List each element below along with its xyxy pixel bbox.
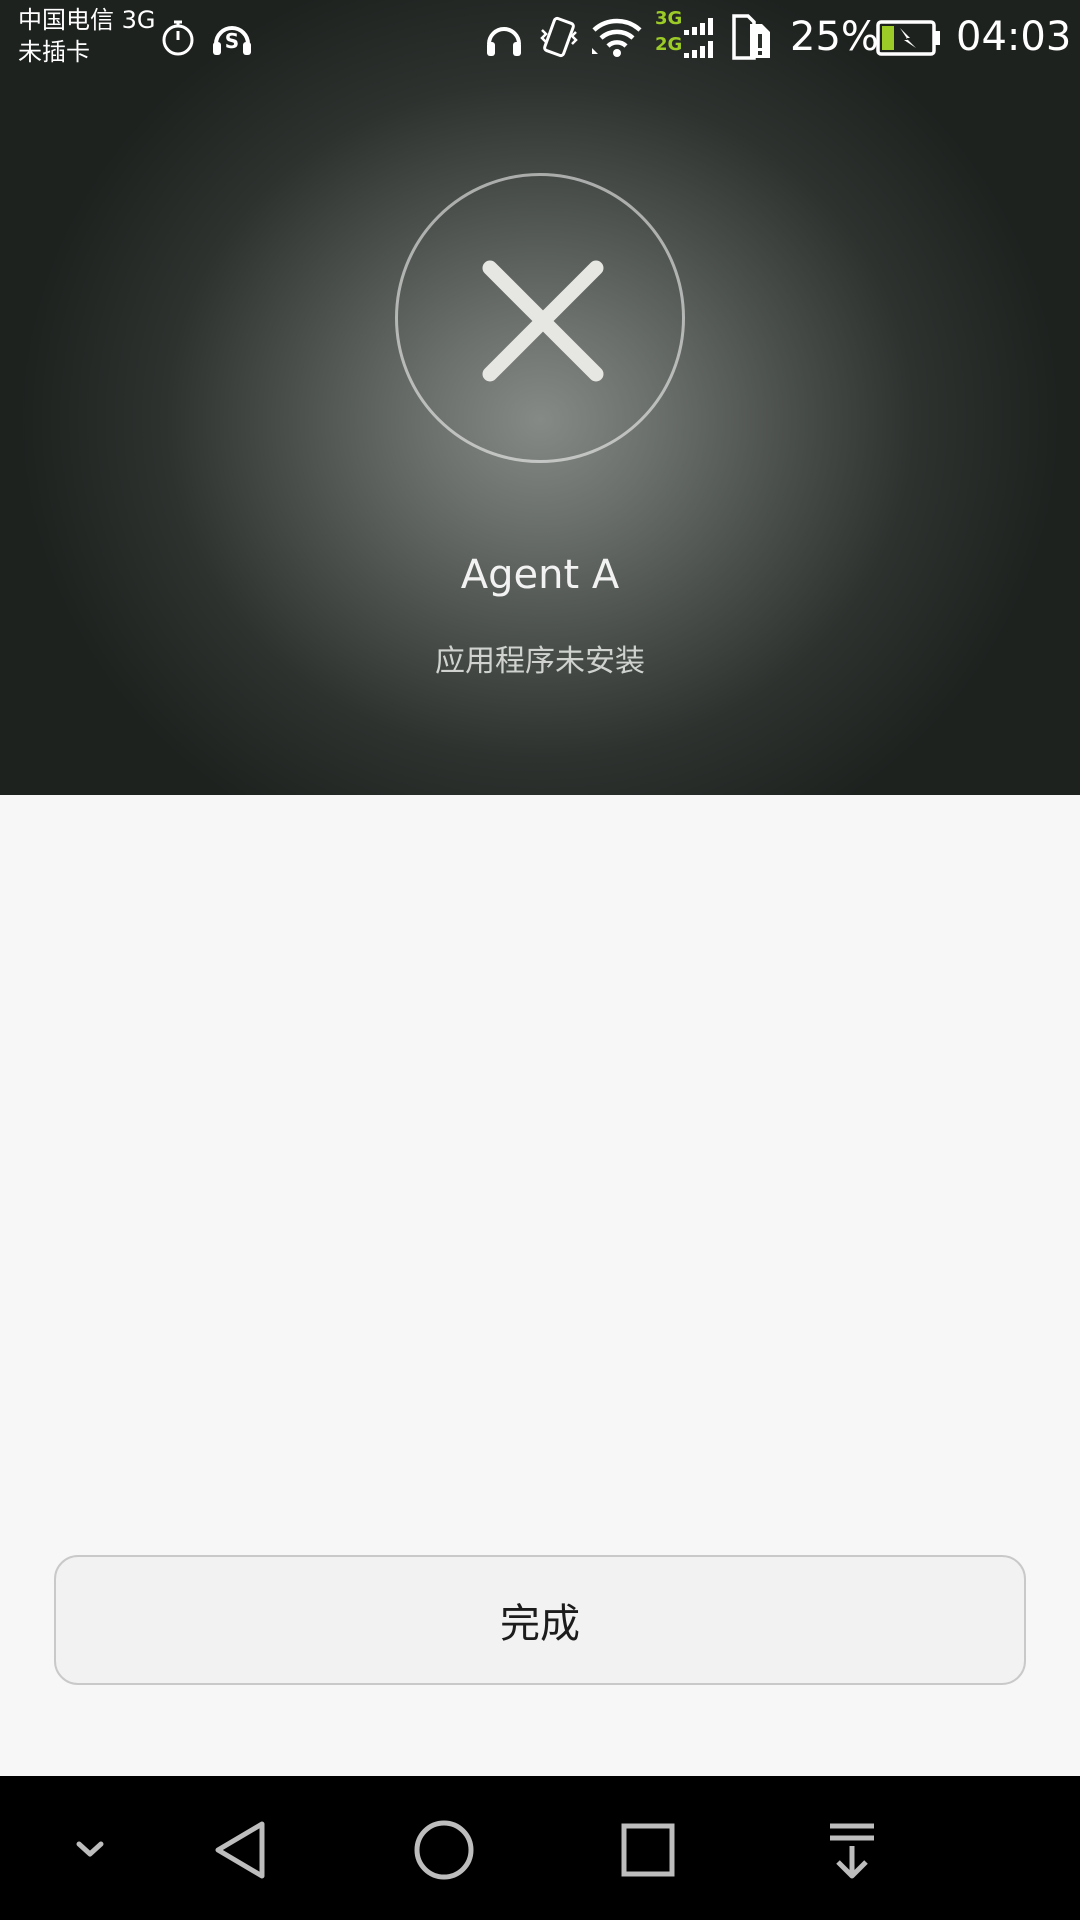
carrier-info: 中国电信 3G 未插卡: [18, 4, 156, 68]
clock: 04:03: [956, 14, 1072, 60]
install-status-message: 应用程序未安装: [435, 644, 645, 679]
recents-button[interactable]: [598, 1798, 698, 1898]
collapse-button[interactable]: [40, 1798, 140, 1898]
network-type-secondary: 2G: [655, 34, 683, 55]
close-icon: [482, 260, 604, 382]
done-button[interactable]: 完成: [54, 1555, 1026, 1685]
collapse-icon: [76, 1841, 104, 1857]
home-button[interactable]: [394, 1798, 494, 1898]
battery-percent: 25%: [790, 14, 879, 60]
install-result-header: 中国电信 3G 未插卡 S 3G 2G 25% 04:03 Agent A 应用…: [0, 0, 1080, 795]
s-headset-icon: S: [213, 26, 251, 55]
svg-text:S: S: [225, 29, 239, 53]
sim-status: 未插卡: [18, 38, 90, 66]
home-icon: [414, 1820, 474, 1880]
navigation-bar: [0, 1776, 1080, 1920]
back-button[interactable]: [190, 1798, 290, 1898]
sim-alert-icon: [732, 14, 770, 60]
carrier-name: 中国电信 3G: [18, 6, 156, 34]
wifi-icon: [592, 18, 642, 57]
recents-icon: [621, 1823, 675, 1877]
signal-icon: [684, 18, 713, 58]
app-name: Agent A: [460, 552, 620, 598]
failure-icon-ring: [395, 173, 685, 463]
network-type-primary: 3G: [655, 8, 683, 29]
stopwatch-icon: [162, 20, 194, 56]
back-icon: [215, 1821, 265, 1879]
screen: 中国电信 3G 未插卡 S 3G 2G 25% 04:03 Agent A 应用…: [0, 0, 1080, 1920]
battery-charging-icon: [876, 20, 940, 56]
battery-fill: [882, 26, 894, 50]
notification-pull-icon: [830, 1823, 874, 1879]
headphones-icon: [487, 27, 521, 56]
vibrate-icon: [540, 16, 578, 58]
status-bar: 中国电信 3G 未插卡 S 3G 2G 25% 04:03: [0, 0, 1080, 80]
notification-pull-button[interactable]: [802, 1798, 902, 1898]
